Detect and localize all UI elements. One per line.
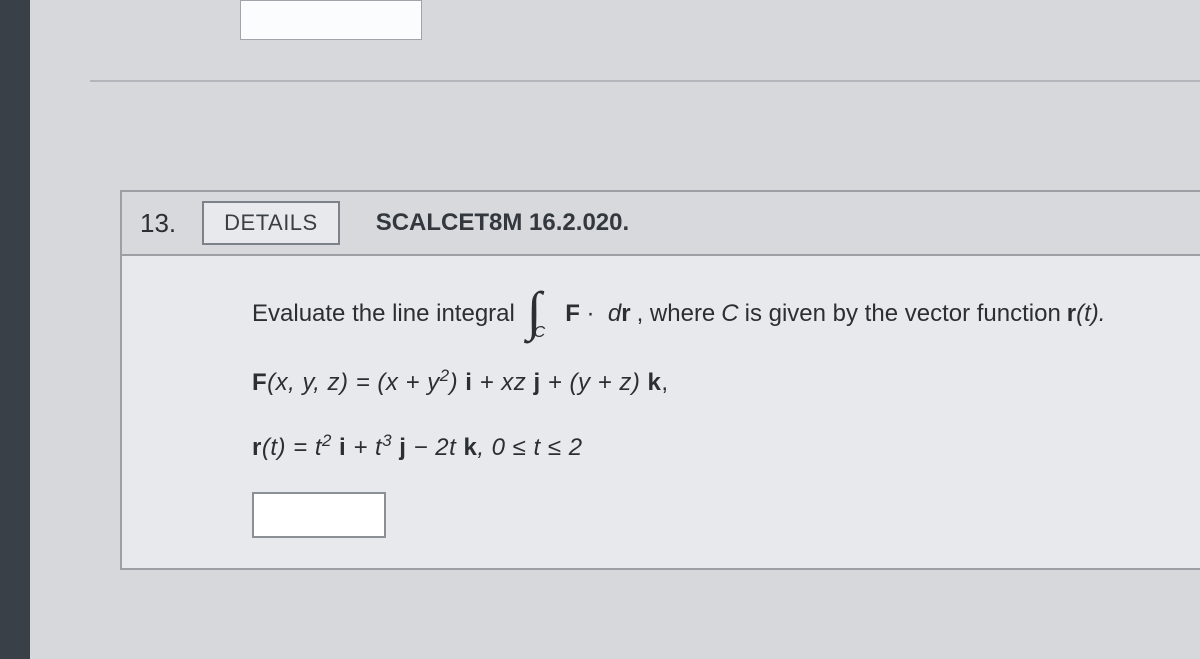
exp-2a: 2 bbox=[440, 366, 450, 385]
unit-k-a: k bbox=[648, 369, 662, 396]
F-args: (x, y, z) = (x + y bbox=[267, 369, 440, 396]
integral-symbol: ∫ C bbox=[527, 292, 553, 335]
F-definition: F(x, y, z) = (x + y2) i + xz j + (y + z)… bbox=[252, 361, 1170, 404]
prompt-after-2: is given by the vector function bbox=[745, 292, 1061, 335]
problem-13-container: 13. DETAILS SCALCET8M 16.2.020. Evaluate… bbox=[120, 190, 1200, 570]
comma-a: , bbox=[661, 369, 668, 396]
curve-C: C bbox=[721, 292, 738, 335]
exp-2b: 2 bbox=[322, 431, 332, 450]
F-mid1: ) bbox=[450, 369, 466, 396]
problem-number: 13. bbox=[140, 208, 176, 239]
problem-header: 13. DETAILS SCALCET8M 16.2.020. bbox=[122, 192, 1200, 256]
r-t-eq: (t) = t bbox=[262, 434, 322, 461]
vector-function: r(t). bbox=[1067, 292, 1106, 335]
r-lhs: r bbox=[252, 434, 262, 461]
details-button[interactable]: DETAILS bbox=[202, 201, 340, 245]
arg-t: (t). bbox=[1076, 300, 1105, 327]
r-bold: r bbox=[1067, 300, 1076, 327]
plus-t: + t bbox=[346, 434, 382, 461]
sp1 bbox=[332, 434, 339, 461]
r-definition: r(t) = t2 i + t3 j − 2t k, 0 ≤ t ≤ 2 bbox=[252, 426, 1170, 469]
F-lhs: F bbox=[252, 369, 267, 396]
unit-k-b: k bbox=[463, 434, 477, 461]
answer-input[interactable] bbox=[252, 492, 386, 538]
prompt-line: Evaluate the line integral ∫ C F · dr , … bbox=[252, 292, 1170, 335]
plus-xz: + xz bbox=[472, 369, 533, 396]
minus-2t: − 2t bbox=[406, 434, 463, 461]
F-vector: F bbox=[565, 300, 580, 327]
exp-3: 3 bbox=[382, 431, 392, 450]
problem-source: SCALCET8M 16.2.020. bbox=[376, 209, 629, 237]
t-range: , 0 ≤ t ≤ 2 bbox=[477, 434, 582, 461]
previous-answer-input[interactable] bbox=[240, 0, 422, 40]
integral-subscript: C bbox=[534, 319, 546, 348]
page-background: 13. DETAILS SCALCET8M 16.2.020. Evaluate… bbox=[30, 0, 1200, 659]
dot-operator: · bbox=[587, 300, 595, 327]
plus-yz: + (y + z) bbox=[541, 369, 648, 396]
divider bbox=[90, 80, 1200, 82]
prompt-after-1: , where bbox=[637, 292, 716, 335]
integrand: F · dr bbox=[565, 292, 630, 335]
dr: dr bbox=[601, 300, 630, 327]
unit-j-a: j bbox=[533, 369, 540, 396]
prompt-before: Evaluate the line integral bbox=[252, 292, 515, 335]
problem-body: Evaluate the line integral ∫ C F · dr , … bbox=[122, 256, 1200, 568]
